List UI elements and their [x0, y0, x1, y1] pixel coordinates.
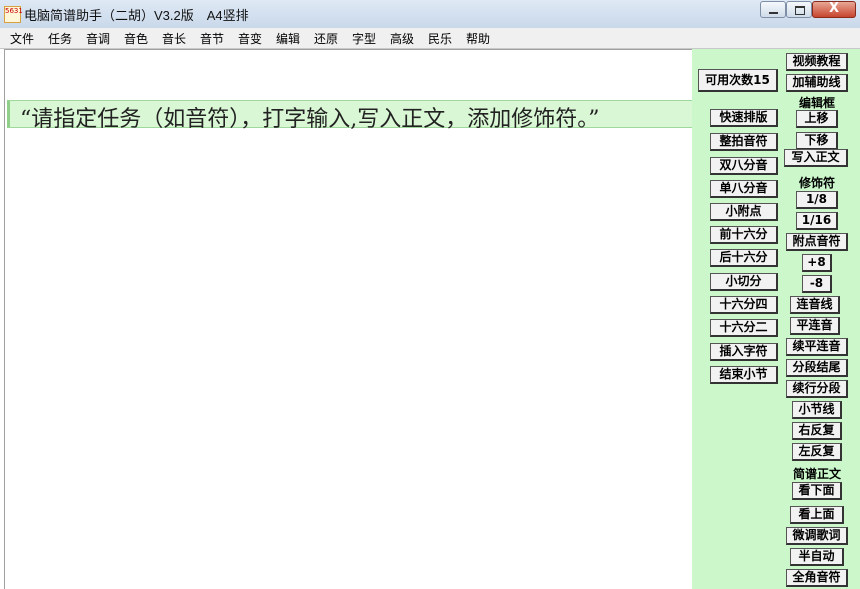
- bar-line-button[interactable]: 小节线: [792, 401, 842, 419]
- minimize-icon: [769, 12, 778, 14]
- close-icon: X: [828, 1, 840, 16]
- write-body-button[interactable]: 写入正文: [784, 149, 848, 167]
- continue-section-button[interactable]: 续行分段: [786, 380, 848, 398]
- plus-eight-button[interactable]: +8: [802, 254, 832, 272]
- quick-layout-button[interactable]: 快速排版: [710, 109, 778, 127]
- semi-auto-button[interactable]: 半自动: [790, 548, 844, 566]
- app-icon: 5631: [4, 6, 23, 23]
- window-title: 电脑简谱助手（二胡）V3.2版 A4竖排: [24, 8, 249, 23]
- edit-box-label: 编辑框: [798, 96, 835, 110]
- insert-char-button[interactable]: 插入字符: [710, 343, 778, 361]
- editor-prompt: “请指定任务（如音符），打字输入,写入正文，添加修饰符。”: [20, 107, 600, 132]
- score-body-label: 简谱正文: [792, 467, 841, 481]
- menu-duration[interactable]: 音长: [162, 30, 186, 47]
- menu-bar: 文件 任务 音调 音色 音长 音节 音变 编辑 还原 字型 高级 民乐 帮助: [0, 28, 860, 49]
- continue-flat-slur-button[interactable]: 续平连音: [786, 338, 848, 356]
- menu-measure[interactable]: 音节: [200, 30, 224, 47]
- double-eighth-button[interactable]: 双八分音: [710, 157, 778, 175]
- dotted-note-button[interactable]: 附点音符: [786, 233, 848, 251]
- view-above-button[interactable]: 看上面: [790, 506, 844, 524]
- menu-note-change[interactable]: 音变: [238, 30, 262, 47]
- section-end-button[interactable]: 分段结尾: [786, 359, 848, 377]
- fullwidth-note-button[interactable]: 全角音符: [786, 569, 848, 587]
- current-line[interactable]: “请指定任务（如音符），打字输入,写入正文，添加修饰符。”: [7, 100, 693, 132]
- menu-advanced[interactable]: 高级: [390, 30, 414, 47]
- add-guide-line-button[interactable]: 加辅助线: [786, 74, 848, 92]
- one-sixteenth-button[interactable]: 1/16: [796, 212, 838, 230]
- menu-timbre[interactable]: 音色: [124, 30, 148, 47]
- tool-panel: 可用次数15 快速排版 整拍音符 双八分音 单八分音 小附点 前十六分 后十六分…: [692, 49, 860, 589]
- minimize-button[interactable]: [760, 1, 786, 18]
- modifier-label: 修饰符: [798, 176, 835, 190]
- right-repeat-button[interactable]: 右反复: [792, 422, 842, 440]
- front-sixteenth-button[interactable]: 前十六分: [710, 226, 778, 244]
- minus-eight-button[interactable]: -8: [802, 275, 832, 293]
- sixteenth-four-button[interactable]: 十六分四: [710, 296, 778, 314]
- menu-file[interactable]: 文件: [10, 30, 34, 47]
- adjust-lyrics-button[interactable]: 微调歌词: [786, 527, 848, 545]
- flat-slur-button[interactable]: 平连音: [790, 317, 840, 335]
- move-up-button[interactable]: 上移: [796, 110, 838, 128]
- left-repeat-button[interactable]: 左反复: [792, 443, 842, 461]
- maximize-button[interactable]: [786, 1, 812, 18]
- small-dot-button[interactable]: 小附点: [710, 203, 778, 221]
- whole-beat-note-button[interactable]: 整拍音符: [710, 133, 778, 151]
- slur-button[interactable]: 连音线: [790, 296, 840, 314]
- view-below-button[interactable]: 看下面: [792, 482, 842, 500]
- single-eighth-button[interactable]: 单八分音: [710, 180, 778, 198]
- close-button[interactable]: X: [812, 1, 856, 18]
- syncopation-button[interactable]: 小切分: [710, 273, 778, 291]
- one-eighth-button[interactable]: 1/8: [796, 191, 838, 209]
- menu-help[interactable]: 帮助: [466, 30, 490, 47]
- back-sixteenth-button[interactable]: 后十六分: [710, 249, 778, 267]
- move-down-button[interactable]: 下移: [796, 132, 838, 150]
- menu-edit[interactable]: 编辑: [276, 30, 300, 47]
- title-bar: 5631 电脑简谱助手（二胡）V3.2版 A4竖排 X: [0, 0, 860, 28]
- menu-font[interactable]: 字型: [352, 30, 376, 47]
- video-tutorial-button[interactable]: 视频教程: [786, 53, 848, 71]
- menu-folk[interactable]: 民乐: [428, 30, 452, 47]
- end-measure-button[interactable]: 结束小节: [710, 366, 778, 384]
- menu-task[interactable]: 任务: [48, 30, 72, 47]
- score-editor[interactable]: “请指定任务（如音符），打字输入,写入正文，添加修饰符。”: [4, 49, 693, 589]
- usage-count-button[interactable]: 可用次数15: [698, 69, 778, 92]
- sixteenth-two-button[interactable]: 十六分二: [710, 319, 778, 337]
- maximize-icon: [795, 6, 805, 15]
- menu-key[interactable]: 音调: [86, 30, 110, 47]
- menu-undo[interactable]: 还原: [314, 30, 338, 47]
